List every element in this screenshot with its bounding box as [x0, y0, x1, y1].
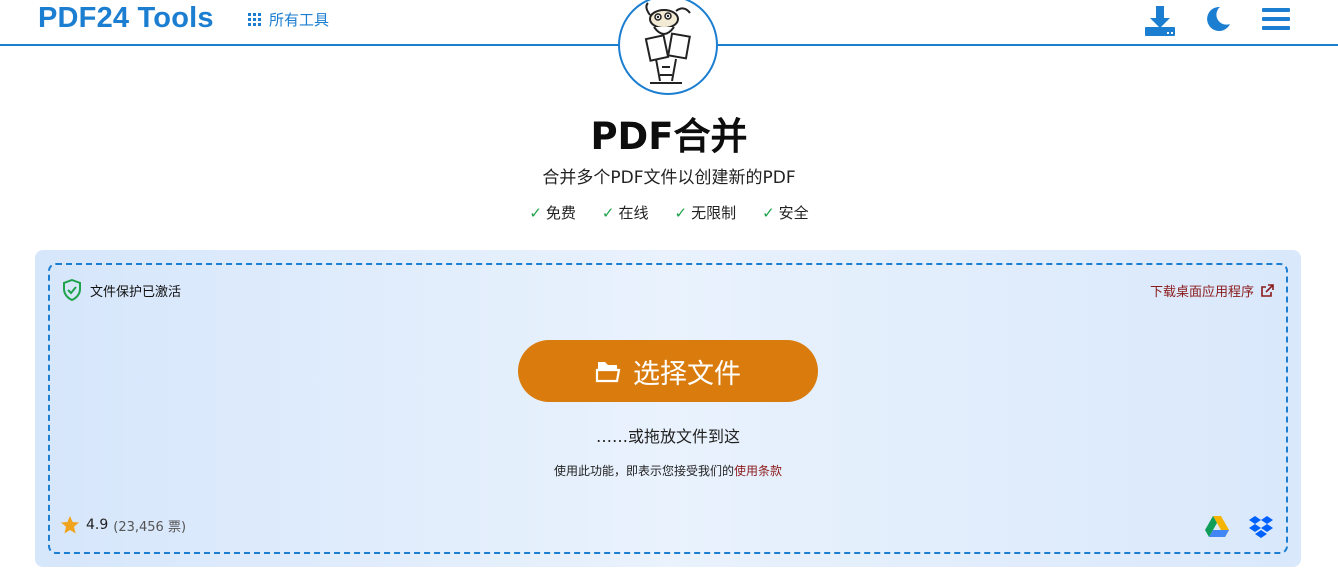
- drop-hint: ……或拖放文件到这: [595, 427, 740, 446]
- file-protection-status: 文件保护已激活: [62, 279, 181, 301]
- upload-panel: 文件保护已激活 下载桌面应用程序 选择文件 ……或拖放文件到这 使用此功能，即表…: [35, 250, 1301, 567]
- page-title: PDF合并: [590, 115, 748, 158]
- google-drive-icon[interactable]: [1204, 515, 1230, 543]
- feature-item: ✓ 免费: [529, 204, 576, 222]
- desktop-app-link[interactable]: 下载桌面应用程序: [1150, 281, 1274, 300]
- file-open-icon: [595, 362, 621, 383]
- desktop-app-label: 下载桌面应用程序: [1149, 285, 1254, 300]
- download-icon[interactable]: [1143, 4, 1177, 42]
- rating-votes: (23,456 票): [113, 519, 187, 535]
- logo[interactable]: PDF24 Tools: [38, 2, 214, 35]
- mascot-image: [618, 0, 718, 95]
- feature-item: ✓ 安全: [762, 204, 809, 222]
- terms-notice: 使用此功能，即表示您接受我们的使用条款: [50, 462, 1286, 479]
- check-icon: ✓: [601, 204, 615, 222]
- check-icon: ✓: [762, 204, 775, 222]
- terms-link[interactable]: 使用条款: [734, 464, 782, 478]
- shield-check-icon: [63, 279, 81, 301]
- choose-file-label: 选择文件: [633, 358, 741, 390]
- check-icon: ✓: [674, 204, 688, 222]
- file-dropzone[interactable]: 文件保护已激活 下载桌面应用程序 选择文件 ……或拖放文件到这 使用此功能，即表…: [48, 263, 1288, 554]
- terms-prefix: 使用此功能，即表示您接受我们的: [553, 464, 734, 478]
- menu-icon[interactable]: [1262, 6, 1290, 36]
- feature-item: ✓ 在线: [601, 204, 649, 222]
- moon-icon[interactable]: [1204, 4, 1232, 38]
- feature-item: ✓ 无限制: [674, 204, 737, 222]
- grid-icon: [248, 13, 261, 26]
- all-tools-label: 所有工具: [269, 11, 330, 29]
- star-icon: [61, 516, 79, 534]
- dropbox-icon[interactable]: [1248, 515, 1274, 543]
- page-subtitle: 合并多个PDF文件以创建新的PDF: [542, 168, 796, 188]
- feature-list: ✓ 免费 ✓ 在线 ✓ 无限制 ✓ 安全: [0, 202, 1338, 223]
- rating-value: 4.9: [86, 517, 109, 533]
- choose-file-button[interactable]: 选择文件: [518, 340, 818, 402]
- rating[interactable]: 4.9 (23,456 票): [60, 515, 186, 535]
- external-link-icon: [1261, 283, 1274, 297]
- all-tools-link[interactable]: 所有工具: [248, 9, 329, 30]
- check-icon: ✓: [529, 204, 542, 222]
- protection-label: 文件保护已激活: [90, 284, 182, 300]
